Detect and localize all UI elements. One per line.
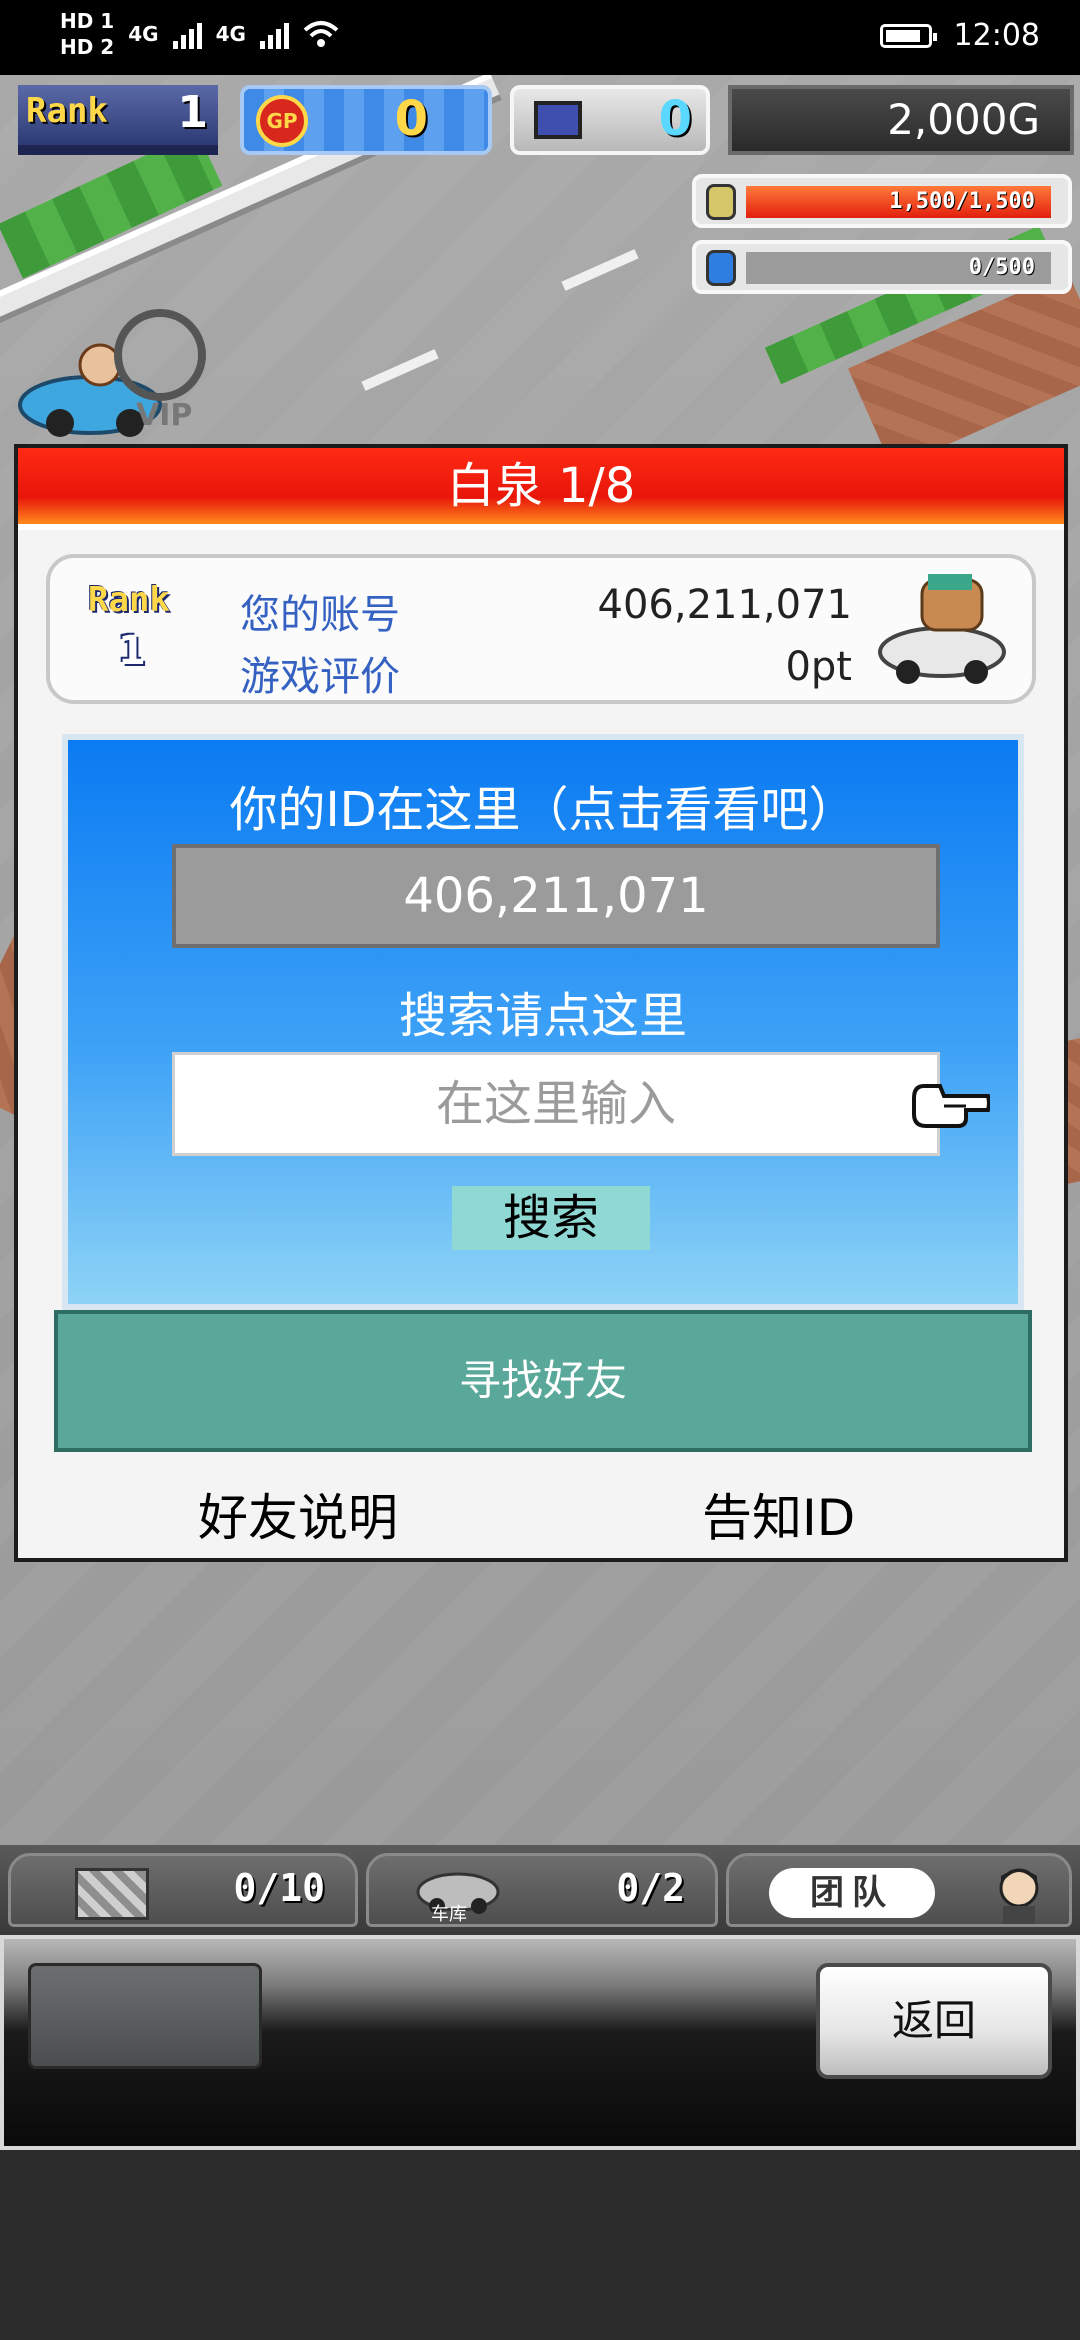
search-hint-label: 搜索请点这里 [398, 988, 687, 1044]
signal-1-icon [172, 19, 202, 49]
status-right: 12:08 [879, 18, 1040, 53]
pc-value: 0 [658, 91, 692, 147]
player-car-icon: VIP [18, 309, 206, 437]
rank-label: Rank [26, 91, 108, 131]
signal-2-icon [259, 19, 289, 49]
garage-label: 车库 [431, 1904, 467, 1925]
team-button[interactable]: 团队 [769, 1868, 935, 1918]
rating-label: 游戏评价 [240, 654, 400, 700]
network-1-label: 4G [128, 22, 159, 46]
garage-slot[interactable]: 车库 0/2 [366, 1853, 718, 1927]
fuel-bar: 1,500/1,500 [692, 174, 1072, 228]
account-label: 您的账号 [240, 592, 400, 638]
water-bottle-icon [706, 250, 736, 286]
gp-value: 0 [394, 91, 428, 147]
clock: 12:08 [953, 18, 1040, 53]
fuel-can-icon [706, 184, 736, 220]
money-display: 2,000G [728, 85, 1074, 155]
info-rank-value: 1 [118, 628, 146, 674]
status-bar: HD 1 HD 2 4G 4G 12:08 [0, 0, 1080, 75]
computer-icon [534, 101, 582, 139]
items-slot[interactable]: 0/10 [8, 1853, 358, 1927]
hd-1-label: HD 1 [60, 9, 115, 33]
friend-id-search-input[interactable]: 在这里输入 [172, 1052, 940, 1156]
gp-display[interactable]: GP 0 [240, 85, 492, 155]
friend-dialog: 白泉 1/8 Rank 1 您的账号 406,211,071 游戏评价 0pt … [14, 444, 1068, 1562]
rating-value: 0pt [785, 644, 852, 690]
info-rank-label: Rank [88, 580, 170, 620]
info-slot [28, 1963, 262, 2069]
share-id-link[interactable]: 告知ID [702, 1478, 855, 1550]
pc-display[interactable]: 0 [510, 85, 710, 155]
water-bar: 0/500 [692, 240, 1072, 294]
friend-help-link[interactable]: 好友说明 [198, 1478, 398, 1550]
wifi-icon [303, 21, 339, 47]
item-box-icon [75, 1868, 149, 1920]
water-text: 0/500 [968, 255, 1035, 280]
lane-marking [361, 349, 439, 391]
svg-text:VIP: VIP [136, 398, 192, 433]
account-info-card: Rank 1 您的账号 406,211,071 游戏评价 0pt [46, 554, 1036, 704]
hd-2-label: HD 2 [60, 35, 115, 59]
battery-icon [879, 23, 937, 48]
garage-count: 0/2 [616, 1866, 685, 1910]
bottom-hud: 0/10 车库 0/2 团队 [0, 1845, 1080, 1935]
my-id-box[interactable]: 406,211,071 [172, 844, 940, 948]
find-friend-button[interactable]: 寻找好友 [54, 1310, 1032, 1452]
fuel-track: 1,500/1,500 [746, 186, 1051, 218]
rank-value: 1 [177, 87, 208, 138]
gp-icon: GP [256, 95, 308, 147]
screen-footer [0, 2150, 1080, 2340]
network-2-label: 4G [215, 22, 246, 46]
lane-marking [561, 249, 639, 291]
car-icon [878, 574, 1006, 684]
pointing-hand-icon [912, 1084, 990, 1128]
account-value: 406,211,071 [597, 582, 852, 628]
water-track: 0/500 [746, 252, 1051, 284]
status-left: HD 1 HD 2 4G 4G [60, 8, 339, 60]
back-button[interactable]: 返回 [816, 1963, 1052, 2079]
bottom-bar: 返回 [0, 1935, 1080, 2150]
items-count: 0/10 [233, 1866, 325, 1910]
id-panel-title: 你的ID在这里（点击看看吧） [229, 782, 857, 838]
fuel-text: 1,500/1,500 [889, 189, 1035, 214]
hd-indicator: HD 1 HD 2 [60, 8, 114, 60]
dialog-title: 白泉 1/8 [18, 448, 1064, 530]
team-slot: 团队 [726, 1853, 1072, 1927]
staff-avatar-icon [999, 1868, 1039, 1924]
rank-display: Rank 1 [18, 85, 218, 155]
id-panel: 你的ID在这里（点击看看吧） 406,211,071 搜索请点这里 在这里输入 … [62, 734, 1024, 1310]
search-button[interactable]: 搜索 [452, 1186, 650, 1250]
